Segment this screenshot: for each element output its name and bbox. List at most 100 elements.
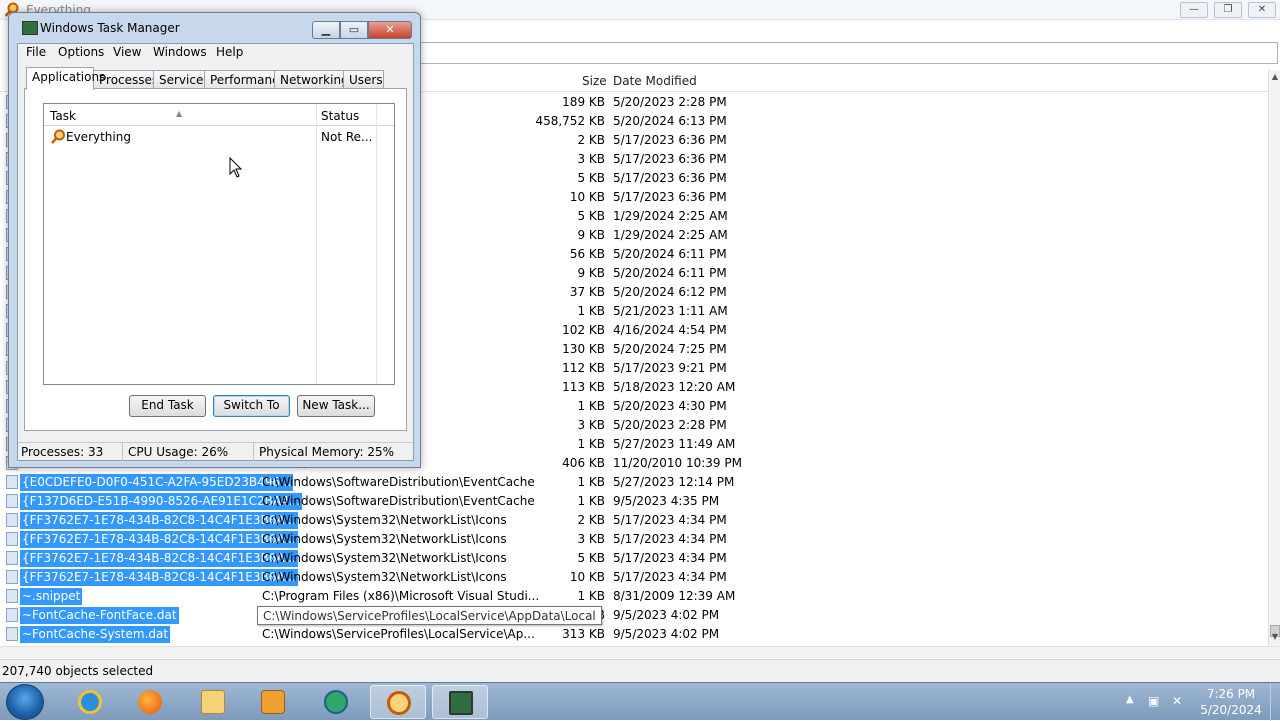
file-date: 5/17/2023 6:36 PM [613,133,727,147]
tm-maximize-button[interactable]: ▭ [340,21,368,39]
tm-menubar: File Options View Windows Help [18,44,413,62]
file-name: {FF3762E7-1E78-434B-82C8-14C4F1E3B6A... [20,550,298,567]
taskbar-task-manager[interactable] [432,685,488,719]
file-size: 1 KB [577,589,605,603]
list-item[interactable]: {FF3762E7-1E78-434B-82C8-14C4F1E3B6A... C… [0,530,1270,549]
taskbar-internet-explorer[interactable] [62,685,118,719]
file-date: 9/5/2023 4:02 PM [613,627,720,641]
restore-button[interactable]: ❐ [1214,2,1242,18]
tab-applications[interactable]: Applications [26,67,105,90]
task-item[interactable]: Everything Not Re... [48,128,388,146]
file-size: 1 KB [577,399,605,413]
file-icon [6,627,18,641]
task-manager-window: Windows Task Manager ▁ ▭ ✕ File Options … [8,12,421,468]
network-icon[interactable]: ▣ [1148,694,1162,708]
file-name: ~FontCache-System.dat [20,626,171,643]
show-desktop-button[interactable] [1270,683,1280,721]
task-manager-titlebar[interactable]: Windows Task Manager ▁ ▭ ✕ [9,13,420,43]
file-size: 1 KB [577,437,605,451]
file-icon [6,513,18,527]
file-size: 5 KB [577,209,605,223]
file-date: 9/5/2023 4:02 PM [613,608,720,622]
file-date: 5/17/2023 6:36 PM [613,190,727,204]
file-date: 5/27/2023 12:14 PM [613,475,735,489]
list-item[interactable]: {F137D6ED-E51B-4990-8526-AE91E1C2BA4... C… [0,492,1270,511]
tab-networking[interactable]: Networking [274,70,349,89]
tab-services[interactable]: Services [153,70,210,89]
clock-time: 7:26 PM [1206,687,1256,701]
file-name: ~FontCache-FontFace.dat [20,607,179,624]
list-item[interactable]: ~FontCache-System.dat C:\Windows\ServiceP… [0,625,1270,644]
column-size[interactable]: Size [582,74,607,88]
file-size: 130 KB [562,342,605,356]
list-item[interactable]: {FF3762E7-1E78-434B-82C8-14C4F1E3B6A... C… [0,511,1270,530]
column-date-modified[interactable]: Date Modified [613,74,697,88]
tab-performance[interactable]: Performance [204,70,286,89]
show-hidden-icons-icon[interactable]: ▲ [1126,694,1134,705]
tm-statusbar: Processes: 33 CPU Usage: 26% Physical Me… [18,442,413,461]
vertical-scrollbar[interactable]: ▲ ▼ [1268,70,1280,646]
file-date: 5/20/2023 2:28 PM [613,418,727,432]
media-player-icon [261,690,285,714]
end-task-button[interactable]: End Task [129,395,206,417]
file-size: 5 KB [577,551,605,565]
list-item[interactable]: {FF3762E7-1E78-434B-82C8-14C4F1E3B6A... C… [0,549,1270,568]
menu-windows[interactable]: Windows [153,45,207,59]
taskbar-chat-app[interactable] [308,685,364,719]
scroll-up-icon[interactable]: ▲ [1270,72,1280,84]
status-divider [253,443,254,461]
file-path: C:\Windows\System32\NetworkList\Icons [262,532,507,546]
tab-users[interactable]: Users [343,70,384,89]
file-date: 5/21/2023 1:11 AM [613,304,728,318]
clock[interactable]: 7:26 PM 5/20/2024 [1196,686,1266,718]
taskbar-file-explorer[interactable] [185,685,241,719]
mouse-cursor-icon [229,157,243,178]
processes-count: Processes: 33 [21,445,104,459]
file-size: 10 KB [569,190,605,204]
menu-file[interactable]: File [26,45,46,59]
task-manager-icon [22,21,38,35]
list-item[interactable]: ~FontCache-FontFace.dat384 KB9/5/2023 4:… [0,606,1270,625]
taskbar-media-player[interactable] [245,685,301,719]
file-size: 1 KB [577,475,605,489]
task-manager-title: Windows Task Manager [40,21,180,35]
file-date: 5/18/2023 12:20 AM [613,380,736,394]
new-task-button[interactable]: New Task... [297,395,375,417]
file-date: 1/29/2024 2:25 AM [613,209,728,223]
taskbar-firefox[interactable] [122,685,178,719]
menu-view[interactable]: View [113,45,141,59]
list-item[interactable]: {E0CDEFE0-D0F0-451C-A2FA-95ED23B496... C:… [0,473,1270,492]
column-status[interactable]: Status [321,109,359,123]
cpu-usage: CPU Usage: 26% [128,445,229,459]
file-size: 5 KB [577,171,605,185]
column-task[interactable]: Task [50,109,76,123]
everything-statusbar: 207,740 objects selected [0,659,1280,682]
task-list[interactable]: Task ▲ Status Everything Not Re... [43,103,395,385]
file-size: 10 KB [569,570,605,584]
magnifier-icon [387,691,411,715]
file-date: 5/20/2024 6:12 PM [613,285,727,299]
start-button[interactable] [6,684,44,720]
volume-muted-icon[interactable]: ✕ [1172,694,1186,708]
internet-explorer-icon [78,690,102,714]
menu-options[interactable]: Options [58,45,104,59]
file-size: 1 KB [577,494,605,508]
file-size: 3 KB [577,152,605,166]
file-path: C:\Windows\System32\NetworkList\Icons [262,513,507,527]
minimize-button[interactable]: — [1180,2,1208,18]
tm-close-button[interactable]: ✕ [368,21,412,39]
taskbar-everything[interactable] [370,685,426,719]
file-path: C:\Windows\SoftwareDistribution\EventCac… [262,494,535,508]
menu-help[interactable]: Help [216,45,243,59]
scroll-down-icon[interactable]: ▼ [1270,632,1280,644]
list-item[interactable]: ~.snippet C:\Program Files (x86)\Microsof… [0,587,1270,606]
switch-to-button[interactable]: Switch To [213,395,290,417]
file-size: 458,752 KB [535,114,605,128]
list-item[interactable]: {FF3762E7-1E78-434B-82C8-14C4F1E3B6A... C… [0,568,1270,587]
horizontal-scrollbar[interactable] [0,646,1280,658]
tm-minimize-button[interactable]: ▁ [312,21,340,39]
file-icon [6,475,18,489]
close-button[interactable]: ✕ [1248,2,1276,18]
file-date: 5/27/2023 11:49 AM [613,437,736,451]
task-manager-icon [449,691,473,715]
